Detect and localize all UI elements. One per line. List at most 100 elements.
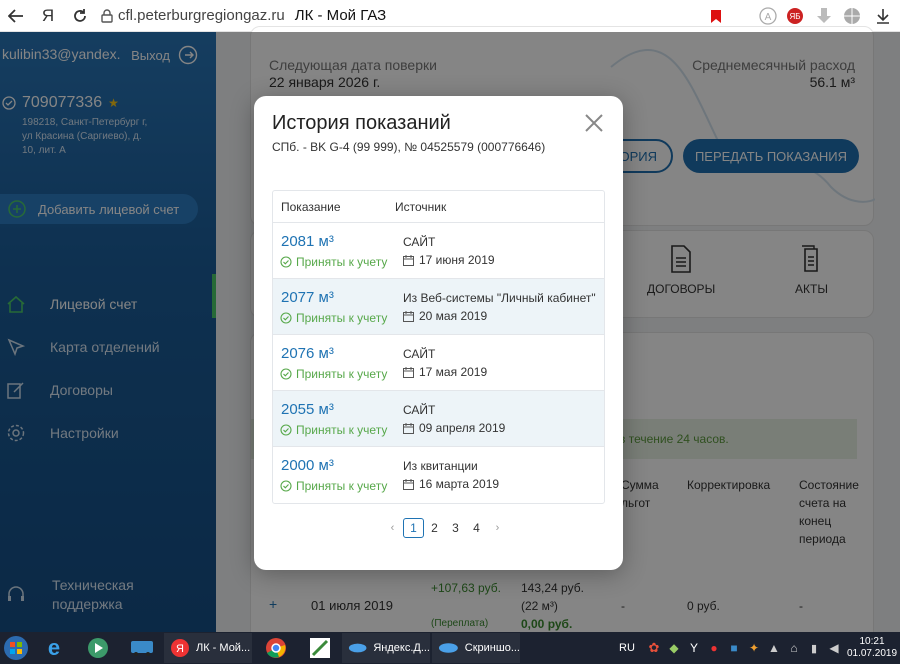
table-row: 2000 м³ Приняты к учету Из квитанции 16 мар… [273, 447, 604, 503]
bus-app-icon[interactable] [120, 633, 164, 663]
calendar-icon [403, 366, 414, 378]
reading-status: Приняты к учету [280, 311, 387, 325]
taskbar-task-browser[interactable]: Я ЛК - Мой... [164, 633, 252, 663]
task-label: Яндекс.Д... [373, 642, 430, 654]
reading-value: 2055 м³ [281, 401, 334, 418]
reading-date: 17 мая 2019 [403, 365, 487, 379]
tray-app-1-icon[interactable]: ✿ [644, 633, 664, 663]
col-source: Источник [395, 199, 447, 214]
date-label: 20 мая 2019 [419, 309, 488, 323]
prev-page-button[interactable]: ‹ [382, 518, 403, 538]
reading-date: 09 апреля 2019 [403, 421, 505, 435]
clock-time: 10:21 [859, 636, 885, 647]
calendar-icon [403, 478, 414, 490]
reading-source: САЙТ [403, 235, 436, 249]
svg-text:Я: Я [176, 643, 184, 655]
tray-app-5-icon[interactable]: ✦ [744, 633, 764, 663]
svg-text:ЯБ: ЯБ [789, 12, 800, 21]
yandex-browser-icon: Я [171, 639, 189, 657]
lock-icon[interactable] [96, 8, 118, 23]
close-icon[interactable] [583, 112, 605, 134]
calendar-icon [403, 254, 414, 266]
table-row: 2077 м³ Приняты к учету Из Веб-системы "Ли… [273, 279, 604, 335]
reading-date: 17 июня 2019 [403, 253, 495, 267]
status-label: Приняты к учету [296, 311, 388, 325]
reading-source: Из Веб-системы "Личный кабинет" [403, 291, 596, 305]
date-label: 17 мая 2019 [419, 365, 488, 379]
page-1-button[interactable]: 1 [403, 518, 424, 538]
reading-status: Приняты к учету [280, 255, 387, 269]
check-circle-icon [280, 256, 292, 268]
reading-status: Приняты к учету [280, 367, 387, 381]
tray-app-3-icon[interactable]: ● [704, 633, 724, 663]
yandex-disk-icon [348, 643, 367, 653]
page-3-button[interactable]: 3 [445, 518, 466, 538]
readings-table: Показание Источник 2081 м³ Приняты к учет… [272, 190, 605, 504]
language-indicator[interactable]: RU [610, 642, 644, 654]
modal-title: История показаний [272, 112, 451, 134]
status-label: Приняты к учету [296, 479, 388, 493]
status-label: Приняты к учету [296, 367, 388, 381]
clock[interactable]: 10:21 01.07.2019 [844, 636, 900, 660]
volume-icon[interactable]: ◀ [824, 633, 844, 663]
taskbar-task-screenshot[interactable]: Скриншо... [432, 633, 520, 663]
taskbar-task-disk[interactable]: Яндекс.Д... [342, 633, 430, 663]
system-tray: RU ✿ ◆ Y ● ■ ✦ ▲ ⌂ ▮ ◀ 10:21 01.07.2019 [610, 632, 900, 664]
media-player-icon[interactable] [76, 633, 120, 663]
reading-value: 2076 м³ [281, 345, 334, 362]
reading-status: Приняты к учету [280, 479, 387, 493]
page-2-button[interactable]: 2 [424, 518, 445, 538]
windows-logo-icon [4, 636, 28, 660]
yandex-logo-icon[interactable]: Я [32, 0, 64, 32]
task-label: Скриншо... [464, 642, 520, 654]
tray-app-7-icon[interactable]: ⌂ [784, 633, 804, 663]
check-circle-icon [280, 312, 292, 324]
taskbar: e Я ЛК - Мой... Яндекс.Д... Скриншо... R… [0, 632, 900, 664]
tray-app-2-icon[interactable]: ◆ [664, 633, 684, 663]
modal-subtitle: СПб. - BK G-4 (99 999), № 04525579 (0007… [272, 140, 546, 154]
check-circle-icon [280, 424, 292, 436]
network-icon[interactable]: ▮ [804, 633, 824, 663]
pagination: ‹ 1 2 3 4 › [382, 518, 508, 538]
tray-app-4-icon[interactable]: ■ [724, 633, 744, 663]
ie-icon[interactable]: e [32, 633, 76, 663]
reading-value: 2077 м³ [281, 289, 334, 306]
quill-app-icon[interactable] [298, 633, 342, 663]
next-page-button[interactable]: › [487, 518, 508, 538]
svg-text:A: A [765, 12, 772, 23]
start-button[interactable] [0, 633, 32, 663]
reading-value: 2000 м³ [281, 457, 334, 474]
check-circle-icon [280, 368, 292, 380]
table-row: 2076 м³ Приняты к учету САЙТ 17 мая 2019 [273, 335, 604, 391]
page-title: ЛК - Мой ГАЗ [294, 7, 387, 24]
chrome-icon[interactable] [254, 633, 298, 663]
check-circle-icon [280, 480, 292, 492]
reading-date: 16 марта 2019 [403, 477, 499, 491]
calendar-icon [403, 422, 414, 434]
table-body: 2081 м³ Приняты к учету САЙТ 17 июня 2019 20… [273, 223, 604, 503]
readings-history-modal: История показаний СПб. - BK G-4 (99 999)… [254, 96, 623, 570]
reading-value: 2081 м³ [281, 233, 334, 250]
status-label: Приняты к учету [296, 255, 388, 269]
reading-source: САЙТ [403, 403, 436, 417]
screenshot-icon [438, 643, 458, 653]
date-label: 16 марта 2019 [419, 477, 500, 491]
date-label: 09 апреля 2019 [419, 421, 506, 435]
col-reading: Показание [281, 199, 341, 214]
reload-icon[interactable] [64, 0, 96, 32]
reading-date: 20 мая 2019 [403, 309, 487, 323]
reading-source: САЙТ [403, 347, 436, 361]
task-label: ЛК - Мой... [196, 642, 251, 654]
page-4-button[interactable]: 4 [466, 518, 487, 538]
tray-yandex-icon[interactable]: Y [684, 633, 704, 663]
table-header: Показание Источник [273, 191, 604, 223]
calendar-icon [403, 310, 414, 322]
date-label: 17 июня 2019 [419, 253, 495, 267]
table-row: 2055 м³ Приняты к учету САЙТ 09 апреля 2019 [273, 391, 604, 447]
tray-app-6-icon[interactable]: ▲ [764, 633, 784, 663]
address-bar[interactable]: cfl.peterburgregiongaz.ru [118, 7, 285, 24]
back-icon[interactable] [0, 0, 32, 32]
table-row: 2081 м³ Приняты к учету САЙТ 17 июня 2019 [273, 223, 604, 279]
clock-date: 01.07.2019 [846, 648, 898, 659]
reading-source: Из квитанции [403, 459, 478, 473]
